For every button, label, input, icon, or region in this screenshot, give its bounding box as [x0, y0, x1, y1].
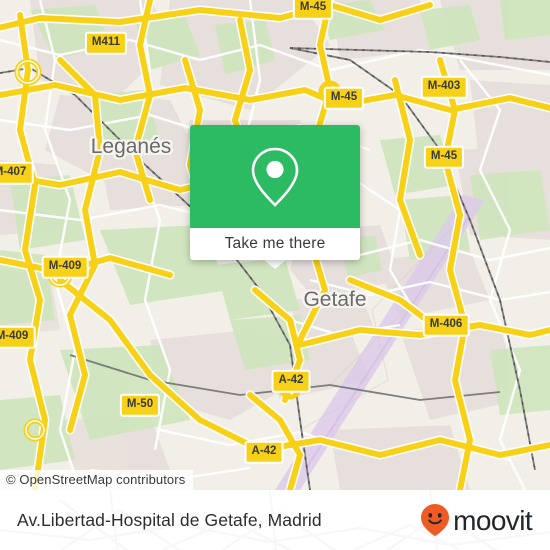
moovit-wordmark: moovit	[453, 505, 532, 536]
road-shield: A-42	[244, 440, 284, 464]
footer-bar: Av.Libertad-Hospital de Getafe, Madrid m…	[0, 490, 550, 550]
footer-row: Av.Libertad-Hospital de Getafe, Madrid m…	[0, 490, 550, 550]
road-shield: M-50	[119, 393, 161, 417]
destination-popup-card[interactable]: Take me there	[190, 125, 360, 260]
road-shield: M-403	[420, 75, 468, 99]
take-me-there-label: Take me there	[224, 235, 326, 252]
city-label-leganes: Leganés	[90, 135, 172, 158]
road-shield: M-45	[323, 86, 365, 110]
popup-header	[190, 125, 360, 228]
popup-tail	[264, 260, 286, 269]
osm-attribution[interactable]: © OpenStreetMap contributors	[0, 470, 194, 490]
address-label: Av.Libertad-Hospital de Getafe, Madrid	[17, 509, 322, 530]
road-shield: M-406	[422, 313, 470, 337]
road-shield: M411	[84, 31, 128, 55]
road-shield: M-45	[292, 0, 334, 20]
road-shield: A-42	[271, 369, 311, 393]
take-me-there-button[interactable]: Take me there	[190, 228, 360, 260]
city-label-getafe: Getafe	[303, 288, 367, 311]
moovit-map-screen: M411 M-45 M-45 M-403 M-45 M-45 M-407 M-4…	[0, 0, 550, 550]
road-shield: M-407	[0, 161, 34, 185]
road-shield: M-409	[41, 255, 89, 279]
moovit-smiley-pin-icon	[421, 504, 450, 536]
road-shield: M-45	[423, 145, 465, 169]
map-pin-icon	[251, 147, 299, 207]
moovit-logo[interactable]: moovit	[420, 503, 533, 537]
road-shield: M-409	[0, 325, 36, 349]
